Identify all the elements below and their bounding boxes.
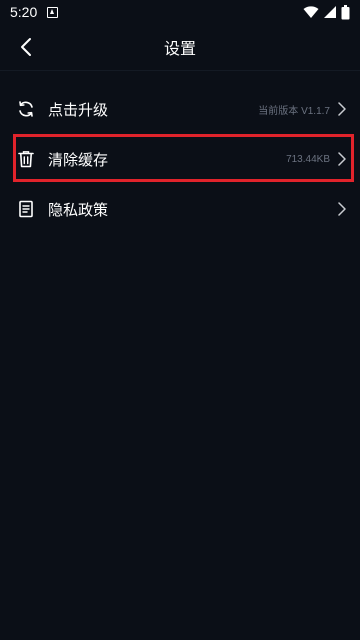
settings-row-upgrade[interactable]: 点击升级 当前版本 V1.1.7: [0, 84, 360, 134]
back-arrow-icon: [21, 38, 31, 56]
notification-a-icon: [47, 6, 59, 18]
cache-size-value: 713.44KB: [286, 153, 330, 165]
status-time: 5:20: [10, 4, 38, 20]
status-indicators: [303, 4, 350, 20]
back-button[interactable]: [6, 24, 46, 70]
signal-icon: [324, 6, 336, 18]
status-bar: 5:20: [0, 0, 360, 24]
header: 设置: [0, 24, 360, 70]
refresh-icon: [16, 99, 36, 119]
chevron-right-icon: [336, 101, 348, 117]
chevron-right-icon: [336, 201, 348, 217]
version-value: 当前版本 V1.1.7: [258, 105, 330, 117]
settings-row-label: 清除缓存: [48, 150, 109, 169]
battery-icon: [341, 4, 350, 19]
settings-row-privacy-policy[interactable]: 隐私政策: [0, 184, 360, 234]
document-icon: [16, 199, 36, 219]
settings-list: 点击升级 当前版本 V1.1.7 清除缓存 713.44KB 隐私政策: [0, 84, 360, 234]
page-title: 设置: [163, 39, 196, 58]
wifi-icon: [303, 6, 319, 18]
settings-row-label: 点击升级: [48, 100, 109, 119]
header-divider: [0, 70, 360, 71]
settings-row-label: 隐私政策: [48, 200, 109, 219]
settings-row-clear-cache[interactable]: 清除缓存 713.44KB: [0, 134, 360, 184]
trash-icon: [16, 149, 36, 169]
chevron-right-icon: [336, 151, 348, 167]
